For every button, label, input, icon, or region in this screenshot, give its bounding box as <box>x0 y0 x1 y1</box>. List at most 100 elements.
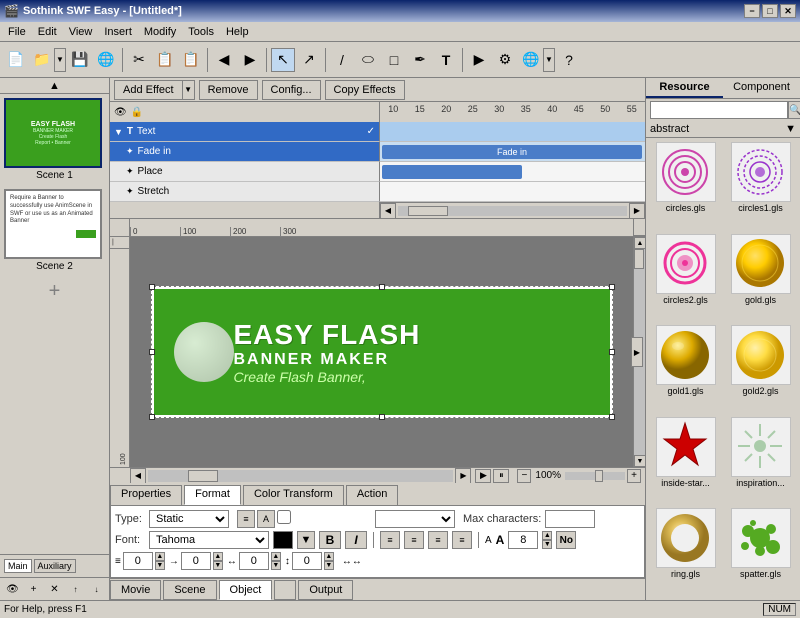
indent1-up[interactable]: ▲ <box>155 552 165 561</box>
indent-input2[interactable] <box>181 552 211 570</box>
vscroll-thumb[interactable] <box>634 249 644 269</box>
minimize-button[interactable]: − <box>744 4 760 18</box>
tl-scroll-right-btn[interactable]: ▶ <box>629 203 645 219</box>
nav-play[interactable]: ▶ <box>475 469 491 483</box>
tl-label-place[interactable]: ✦ Place <box>110 162 380 182</box>
pen-tool[interactable]: ✒ <box>408 48 432 72</box>
publish-button[interactable]: 🌐 <box>94 48 118 72</box>
open-button[interactable]: 📁 <box>30 48 54 72</box>
bottom-tab-tool[interactable] <box>274 580 296 600</box>
export-button[interactable]: 🌐 <box>519 48 543 72</box>
size-up-btn[interactable]: ▲ <box>542 531 552 540</box>
tl-expand-text[interactable]: ▼ <box>114 127 123 137</box>
align-right-btn[interactable]: ≡ <box>428 531 448 549</box>
settings-button[interactable]: ⚙ <box>493 48 517 72</box>
menu-insert[interactable]: Insert <box>98 24 138 40</box>
resource-gold[interactable]: gold.gls <box>725 234 796 322</box>
more-btn[interactable]: No <box>556 531 576 549</box>
scene-1-item[interactable]: EASY FLASH BANNER MAKER Create Flash Rep… <box>4 98 105 181</box>
tl-scroll-thumb[interactable] <box>408 206 448 216</box>
resource-gold2[interactable]: gold2.gls <box>725 325 796 413</box>
indent3-up[interactable]: ▲ <box>271 552 281 561</box>
text-type-select[interactable] <box>375 510 455 528</box>
rect-tool[interactable]: □ <box>382 48 406 72</box>
font-size-input[interactable] <box>508 531 538 549</box>
size-down-btn[interactable]: ▼ <box>542 540 552 549</box>
italic-btn[interactable]: I <box>345 531 367 549</box>
tl-content-stretch[interactable] <box>380 182 645 202</box>
scene-up-btn[interactable]: ↑ <box>67 580 84 598</box>
scene-del-btn[interactable]: ✕ <box>46 580 63 598</box>
cut-button[interactable]: ✂ <box>127 48 151 72</box>
save-button[interactable]: 💾 <box>68 48 92 72</box>
hscroll-right-btn[interactable]: ▶ <box>455 468 471 484</box>
tl-scroll-left-btn[interactable]: ◀ <box>380 203 396 219</box>
border-btn[interactable]: A <box>257 510 275 528</box>
export-dropdown[interactable]: ▼ <box>543 48 555 72</box>
copy-effects-button[interactable]: Copy Effects <box>325 80 405 100</box>
resource-spatter[interactable]: spatter.gls <box>725 508 796 596</box>
type-select[interactable]: Static Dynamic Input <box>149 510 229 528</box>
zoom-slider[interactable] <box>565 472 625 480</box>
font-color-swatch[interactable] <box>273 531 293 549</box>
select-tool[interactable]: ↖ <box>271 48 295 72</box>
bottom-tab-movie[interactable]: Movie <box>110 580 161 600</box>
text-tool[interactable]: T <box>434 48 458 72</box>
redo-button[interactable]: ▶ <box>238 48 262 72</box>
scene-down-btn[interactable]: ↓ <box>88 580 105 598</box>
resource-circles1[interactable]: circles1.gls <box>725 142 796 230</box>
scene-2-item[interactable]: Require a Banner to successfully use Ani… <box>4 189 105 272</box>
scene-eye-btn[interactable]: 👁 <box>4 580 21 598</box>
auxiliary-tab[interactable]: Auxiliary <box>34 559 76 573</box>
line-tool[interactable]: / <box>330 48 354 72</box>
add-effect-button[interactable]: Add Effect <box>114 80 183 100</box>
multiline-btn[interactable]: ≡ <box>237 510 255 528</box>
scene-add-btn2[interactable]: + <box>25 580 42 598</box>
indent-input1[interactable] <box>123 552 153 570</box>
resource-inspiration[interactable]: inspiration... <box>725 417 796 505</box>
selectable-check[interactable] <box>277 510 291 524</box>
indent2-down[interactable]: ▼ <box>213 561 223 570</box>
canvas-right-arrow[interactable]: ▶ <box>631 337 643 367</box>
indent4-down[interactable]: ▼ <box>324 561 334 570</box>
tab-action[interactable]: Action <box>346 485 399 505</box>
res-tab-resource[interactable]: Resource <box>646 78 723 98</box>
resource-gold1[interactable]: gold1.gls <box>650 325 721 413</box>
play-button[interactable]: ▶ <box>467 48 491 72</box>
help-button[interactable]: ? <box>557 48 581 72</box>
hscroll-left-btn[interactable]: ◀ <box>130 468 146 484</box>
tl-content-place[interactable] <box>380 162 645 182</box>
scenes-scroll-up[interactable]: ▲ <box>0 78 109 94</box>
canvas-viewport[interactable]: EASY FLASH BANNER MAKER Create Flash Ban… <box>130 237 633 467</box>
canvas-stage[interactable]: EASY FLASH BANNER MAKER Create Flash Ban… <box>152 287 612 417</box>
tab-format[interactable]: Format <box>184 485 241 505</box>
main-tab[interactable]: Main <box>4 559 32 573</box>
paste-button[interactable]: 📋 <box>179 48 203 72</box>
tl-scroll-right[interactable]: ◀ ▶ <box>380 202 645 218</box>
maximize-button[interactable]: □ <box>762 4 778 18</box>
tab-color-transform[interactable]: Color Transform <box>243 485 344 505</box>
menu-view[interactable]: View <box>63 24 99 40</box>
tl-label-stretch[interactable]: ✦ Stretch <box>110 182 380 202</box>
tl-content-text[interactable] <box>380 122 645 142</box>
menu-modify[interactable]: Modify <box>138 24 182 40</box>
menu-edit[interactable]: Edit <box>32 24 63 40</box>
indent4-up[interactable]: ▲ <box>324 552 334 561</box>
vscroll-up[interactable]: ▲ <box>634 237 645 249</box>
menu-help[interactable]: Help <box>220 24 255 40</box>
resource-search-input[interactable] <box>650 101 788 119</box>
align-justify-btn[interactable]: ≡ <box>452 531 472 549</box>
indent2-up[interactable]: ▲ <box>213 552 223 561</box>
category-arrow[interactable]: ▼ <box>785 123 796 135</box>
align-left-btn[interactable]: ≡ <box>380 531 400 549</box>
zoom-in-btn[interactable]: + <box>627 469 641 483</box>
menu-file[interactable]: File <box>2 24 32 40</box>
arrow-tool[interactable]: ↗ <box>297 48 321 72</box>
resource-search-button[interactable]: 🔍 <box>788 101 800 119</box>
indent3-down[interactable]: ▼ <box>271 561 281 570</box>
copy-button[interactable]: 📋 <box>153 48 177 72</box>
resource-circles2[interactable]: circles2.gls <box>650 234 721 322</box>
tl-content-fadein[interactable]: Fade in <box>380 142 645 162</box>
oval-tool[interactable]: ⬭ <box>356 48 380 72</box>
bold-btn[interactable]: B <box>319 531 341 549</box>
